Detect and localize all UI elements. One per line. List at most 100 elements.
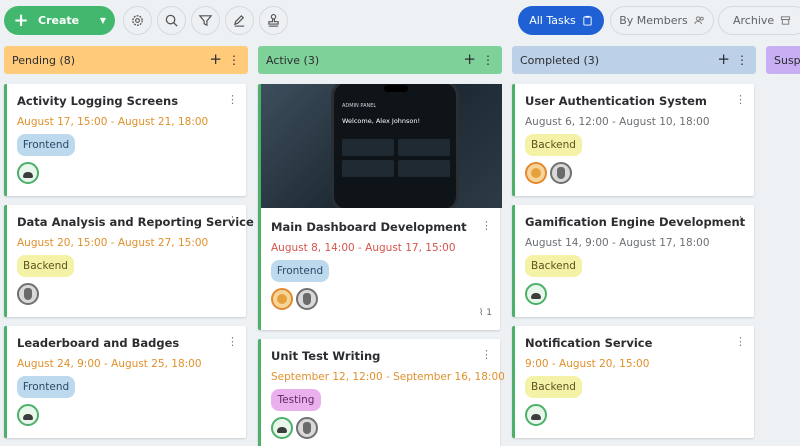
task-card[interactable]: Data Analysis and Reporting Service ⋮ Au… bbox=[4, 205, 254, 317]
stat-tile bbox=[398, 160, 450, 177]
avatar[interactable] bbox=[17, 283, 39, 305]
more-vertical-icon[interactable]: ⋮ bbox=[481, 219, 492, 232]
task-card[interactable]: ADMIN PANEL Welcome, Alex Johnson! Main … bbox=[258, 84, 502, 330]
stat-tile bbox=[398, 139, 450, 156]
tag-frontend: Frontend bbox=[271, 260, 329, 282]
card-title: Notification Service bbox=[525, 336, 653, 350]
task-card[interactable]: Gamification Engine Development ⋮ August… bbox=[512, 205, 754, 317]
assignees bbox=[525, 283, 547, 305]
avatar[interactable] bbox=[17, 162, 39, 184]
column-header-suspended: Susp bbox=[766, 46, 800, 74]
attachment-number: 1 bbox=[486, 308, 492, 318]
more-vertical-icon[interactable]: ⋮ bbox=[228, 51, 240, 69]
filter-button[interactable] bbox=[191, 6, 220, 35]
welcome-text: Welcome, Alex Johnson! bbox=[342, 117, 421, 125]
avatar[interactable] bbox=[525, 404, 547, 426]
card-date: August 17, 15:00 - August 21, 18:00 bbox=[17, 116, 209, 128]
avatar[interactable] bbox=[271, 288, 293, 310]
assignees bbox=[17, 283, 39, 305]
stamp-button[interactable] bbox=[259, 6, 288, 35]
create-button[interactable]: + Create ▼ bbox=[4, 6, 115, 35]
card-title: Leaderboard and Badges bbox=[17, 336, 180, 350]
add-card-icon[interactable]: + bbox=[717, 50, 730, 68]
more-vertical-icon[interactable]: ⋮ bbox=[735, 335, 746, 348]
avatar[interactable] bbox=[296, 417, 318, 439]
stamp-icon bbox=[268, 14, 279, 27]
avatar[interactable] bbox=[17, 404, 39, 426]
add-card-icon[interactable]: + bbox=[209, 50, 222, 68]
filter-icon bbox=[198, 15, 213, 27]
more-vertical-icon[interactable]: ⋮ bbox=[227, 214, 238, 227]
edit-button[interactable] bbox=[225, 6, 254, 35]
more-vertical-icon[interactable]: ⋮ bbox=[736, 51, 748, 69]
assignees bbox=[525, 162, 572, 184]
more-vertical-icon[interactable]: ⋮ bbox=[227, 93, 238, 106]
more-vertical-icon[interactable]: ⋮ bbox=[735, 214, 746, 227]
phone-mockup: ADMIN PANEL Welcome, Alex Johnson! bbox=[331, 84, 459, 208]
more-vertical-icon[interactable]: ⋮ bbox=[227, 335, 238, 348]
task-card[interactable]: User Authentication System ⋮ August 6, 1… bbox=[512, 84, 754, 196]
card-date: August 6, 12:00 - August 10, 18:00 bbox=[525, 116, 710, 128]
card-date: September 12, 12:00 - September 16, 18:0… bbox=[271, 371, 505, 383]
more-vertical-icon[interactable]: ⋮ bbox=[482, 51, 494, 69]
view-all-tasks-button[interactable]: All Tasks bbox=[518, 6, 604, 35]
avatar[interactable] bbox=[550, 162, 572, 184]
all-tasks-label: All Tasks bbox=[529, 14, 576, 27]
archive-icon bbox=[781, 16, 791, 25]
tag-frontend: Frontend bbox=[17, 376, 75, 398]
more-vertical-icon[interactable]: ⋮ bbox=[481, 348, 492, 361]
task-card[interactable]: Unit Test Writing ⋮ September 12, 12:00 … bbox=[258, 339, 505, 446]
task-card[interactable]: Notification Service ⋮ 9:00 - August 20,… bbox=[512, 326, 754, 438]
avatar[interactable] bbox=[525, 162, 547, 184]
avatar[interactable] bbox=[525, 283, 547, 305]
column-header-pending: Pending (8) + ⋮ bbox=[4, 46, 248, 74]
tag-testing: Testing bbox=[271, 389, 321, 411]
column-pending: Pending (8) + ⋮ Activity Logging Screens… bbox=[4, 46, 254, 438]
view-by-members-button[interactable]: By Members bbox=[610, 6, 714, 35]
card-date: August 20, 15:00 - August 27, 15:00 bbox=[17, 237, 209, 249]
attachment-count[interactable]: ⌇ 1 bbox=[479, 308, 492, 318]
card-title: Main Dashboard Development bbox=[271, 220, 467, 234]
tag-frontend: Frontend bbox=[17, 134, 75, 156]
task-card[interactable]: Leaderboard and Badges ⋮ August 24, 9:00… bbox=[4, 326, 246, 438]
assignees bbox=[17, 162, 39, 184]
task-card[interactable]: Activity Logging Screens ⋮ August 17, 15… bbox=[4, 84, 246, 196]
more-vertical-icon[interactable]: ⋮ bbox=[735, 93, 746, 106]
column-header-active: Active (3) + ⋮ bbox=[258, 46, 502, 74]
view-archive-button[interactable]: Archive bbox=[718, 6, 800, 35]
tag-backend: Backend bbox=[525, 376, 582, 398]
card-title: Gamification Engine Development bbox=[525, 215, 746, 229]
card-title: Unit Test Writing bbox=[271, 349, 381, 363]
archive-label: Archive bbox=[733, 14, 775, 27]
avatar[interactable] bbox=[271, 417, 293, 439]
card-cover-image: ADMIN PANEL Welcome, Alex Johnson! bbox=[261, 84, 502, 208]
card-date: August 8, 14:00 - August 17, 15:00 bbox=[271, 242, 456, 254]
column-active: Active (3) + ⋮ ADMIN PANEL Welcome, Alex… bbox=[258, 46, 505, 446]
assignees bbox=[271, 288, 318, 310]
card-date: August 24, 9:00 - August 25, 18:00 bbox=[17, 358, 202, 370]
avatar[interactable] bbox=[296, 288, 318, 310]
search-button[interactable] bbox=[157, 6, 186, 35]
card-title: Activity Logging Screens bbox=[17, 94, 179, 108]
settings-button[interactable] bbox=[123, 6, 152, 35]
card-title: Data Analysis and Reporting Service bbox=[17, 215, 254, 229]
column-title: Susp bbox=[774, 53, 800, 67]
caret-down-icon[interactable]: ▼ bbox=[92, 16, 114, 25]
plus-icon: + bbox=[13, 10, 29, 31]
gear-icon bbox=[132, 15, 143, 26]
toolbar: + Create ▼ All Tasks By Members Archive bbox=[0, 0, 800, 42]
card-date: 9:00 - August 20, 15:00 bbox=[525, 358, 650, 370]
card-title: User Authentication System bbox=[525, 94, 707, 108]
stat-tile bbox=[342, 160, 394, 177]
add-card-icon[interactable]: + bbox=[463, 50, 476, 68]
column-header-completed: Completed (3) + ⋮ bbox=[512, 46, 756, 74]
column-suspended: Susp bbox=[766, 46, 800, 74]
tag-backend: Backend bbox=[17, 255, 74, 277]
clipboard-icon bbox=[583, 15, 592, 26]
assignees bbox=[17, 404, 39, 426]
admin-panel-label: ADMIN PANEL bbox=[342, 103, 377, 109]
column-completed: Completed (3) + ⋮ User Authentication Sy… bbox=[512, 46, 756, 438]
users-icon bbox=[694, 16, 704, 25]
phone-notch bbox=[384, 85, 408, 92]
paperclip-icon: ⌇ bbox=[478, 308, 484, 318]
